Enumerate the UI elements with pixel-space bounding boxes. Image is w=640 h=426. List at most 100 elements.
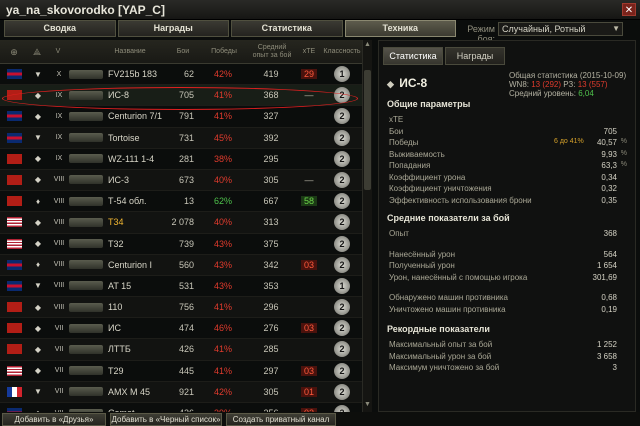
stat-value: 63,3 xyxy=(601,161,617,170)
vehicle-xte xyxy=(299,149,319,169)
table-row[interactable]: ◆ IX ИС-8 705 41% 368—2 xyxy=(0,85,372,107)
stat-value: 3 658 xyxy=(596,351,617,361)
nation-filter-icon[interactable]: ⊕ xyxy=(4,40,24,64)
table-row[interactable]: ♦ VIII Т-54 обл. 13 62% 667 58 2 xyxy=(0,191,372,213)
close-icon[interactable]: ✕ xyxy=(622,3,636,16)
scroll-down-icon[interactable]: ▼ xyxy=(363,401,372,411)
vehicle-battles: 921 xyxy=(178,386,194,397)
table-row[interactable]: ◆ VII ИС 474 46% 276 03 2 xyxy=(0,318,372,340)
tank-thumbnail xyxy=(67,255,105,275)
table-row[interactable]: ◆ VIII T34 2 078 40% 313 2 xyxy=(0,212,372,234)
mastery-badge-icon: 2 xyxy=(331,339,353,359)
stat-label: Обнаружено машин противника xyxy=(389,293,508,302)
vehicle-class-icon: ◆ xyxy=(34,366,42,376)
tab-panel-statistics[interactable]: Статистика xyxy=(383,47,443,65)
col-mastery[interactable]: Классность xyxy=(322,40,362,64)
stat-value: 0,32 xyxy=(601,184,617,193)
vehicle-class-icon: ◆ xyxy=(34,217,42,227)
vehicle-xte xyxy=(299,297,319,317)
add-friend-button[interactable]: Добавить в «Друзья» xyxy=(2,413,106,426)
stat-row: Коэффициент урона 0,34 xyxy=(389,173,629,184)
scroll-up-icon[interactable]: ▲ xyxy=(363,41,372,51)
flag-ussr-icon xyxy=(6,149,22,169)
vehicle-avg-xp: 327 xyxy=(263,111,279,122)
vehicle-tier: VII xyxy=(54,367,64,375)
table-row[interactable]: ◆ VII ЛТТБ 426 41% 285 2 xyxy=(0,339,372,361)
vehicle-class-icon: ♦ xyxy=(35,196,41,206)
col-name[interactable]: Название xyxy=(100,40,160,64)
vehicle-xte xyxy=(299,106,319,126)
tab-awards[interactable]: Награды xyxy=(117,20,229,37)
vehicle-battles: 62 xyxy=(183,69,194,79)
mastery-badge-icon: 2 xyxy=(331,106,353,126)
vehicle-table: ⊕ ⟁ V Название Бои Победы Средний опыт з… xyxy=(0,40,372,412)
vehicle-xte: 29 xyxy=(299,64,319,84)
table-row[interactable]: ▼ IX Tortoise 731 45% 392 2 xyxy=(0,127,372,149)
table-row[interactable]: ◆ VIII 110 756 41% 296 2 xyxy=(0,297,372,319)
vehicle-xte: 03 xyxy=(299,255,319,275)
table-row[interactable]: ◆VIIComet42639%256022 xyxy=(0,403,372,412)
vehicle-tier: VIII xyxy=(53,261,65,269)
tab-vehicles[interactable]: Техника xyxy=(344,20,456,37)
vehicle-class-icon: ♦ xyxy=(35,260,41,270)
vehicle-class-icon: ▼ xyxy=(34,281,42,291)
stat-row: xTE xyxy=(389,115,629,126)
col-battles[interactable]: Бои xyxy=(168,40,198,64)
vehicle-tier: VIII xyxy=(53,303,65,311)
vehicle-avg-xp: 297 xyxy=(263,365,279,376)
mastery-badge-icon: 2 xyxy=(331,255,353,275)
table-row[interactable]: ♦ VIII Centurion I 560 43% 342 03 2 xyxy=(0,254,372,276)
table-scrollbar[interactable]: ▲ ▼ xyxy=(362,40,372,412)
mastery-badge-icon: 2 xyxy=(331,128,353,148)
table-row[interactable]: ◆ VIII T32 739 43% 375 2 xyxy=(0,234,372,255)
stat-value: 368 xyxy=(603,229,617,238)
vehicle-class-icon: ▼ xyxy=(34,387,42,397)
stat-label: Попадания xyxy=(389,161,431,170)
mastery-badge-icon: 2 xyxy=(331,85,353,105)
vehicle-class-icon: ◆ xyxy=(34,111,42,121)
vehicle-battles: 731 xyxy=(178,132,194,143)
table-row[interactable]: ▼ VIII AT 15 531 43% 353 1 xyxy=(0,276,372,298)
col-wins[interactable]: Победы xyxy=(205,40,243,64)
vehicle-battles: 531 xyxy=(178,280,194,291)
vehicle-avg-xp: 295 xyxy=(263,153,279,164)
table-row[interactable]: ◆ IX Centurion 7/1 791 41% 327 2 xyxy=(0,106,372,128)
scrollbar-thumb[interactable] xyxy=(364,70,371,190)
create-private-channel-button[interactable]: Создать приватный канал xyxy=(226,413,336,426)
table-row[interactable]: ▼ X FV215b 183 62 42% 419 29 1 xyxy=(0,64,372,86)
vehicle-winrate: 40% xyxy=(213,217,232,228)
class-filter-icon[interactable]: ⟁ xyxy=(27,40,47,64)
table-row[interactable]: ◆ VII T29 445 41% 297 03 2 xyxy=(0,361,372,382)
battle-mode-select[interactable]: Случайный, Ротный ▼ xyxy=(498,22,623,36)
vehicle-battles: 474 xyxy=(178,323,194,334)
add-blacklist-button[interactable]: Добавить в «Черный список» xyxy=(110,413,222,426)
tab-statistics[interactable]: Статистика xyxy=(231,20,343,37)
tab-summary[interactable]: Сводка xyxy=(4,20,116,37)
col-avg-xp[interactable]: Средний опыт за бой xyxy=(250,40,294,64)
table-row[interactable]: ◆ IX WZ-111 1-4 281 38% 295 2 xyxy=(0,149,372,170)
vehicle-class-icon: ◆ xyxy=(33,403,43,413)
tab-panel-awards[interactable]: Награды xyxy=(445,47,505,65)
vehicle-tier: VII xyxy=(54,324,64,332)
vehicle-battles: 673 xyxy=(178,174,194,185)
vehicle-winrate: 43% xyxy=(213,238,232,249)
stat-row: Эффективность использования брони 0,35 xyxy=(389,196,629,207)
summary-date: Общая статистика (2015-10-09) xyxy=(509,71,627,80)
vehicle-tier: VII xyxy=(52,403,66,413)
stat-value: 3 xyxy=(612,363,617,372)
flag-ussr-icon xyxy=(6,170,22,190)
summary-wn8: WN8: 13 (292) РЗ: 13 (557) xyxy=(509,80,608,89)
table-body: ▼ X FV215b 183 62 42% 419 29 1 ◆ IX ИС-8 705 41% 368—… xyxy=(0,64,372,412)
general-params-heading: Общие параметры xyxy=(387,99,471,109)
stat-label: Нанесённый урон xyxy=(389,249,456,259)
flag-us-icon xyxy=(6,212,22,232)
tier-sort-icon[interactable]: V xyxy=(50,40,66,64)
stat-value: 0,35 xyxy=(601,195,617,205)
table-row[interactable]: ◆ VIII ИС-3 673 40% 305—2 xyxy=(0,169,372,192)
col-xte[interactable]: xTE xyxy=(297,40,321,64)
table-row[interactable]: ▼ VII AMX M 45 921 42% 305 01 2 xyxy=(0,381,372,403)
mastery-badge-icon: 2 xyxy=(331,212,353,232)
stat-unit: % xyxy=(620,161,627,168)
flag-ussr-icon xyxy=(6,297,22,317)
flag-uk-icon xyxy=(6,276,22,296)
